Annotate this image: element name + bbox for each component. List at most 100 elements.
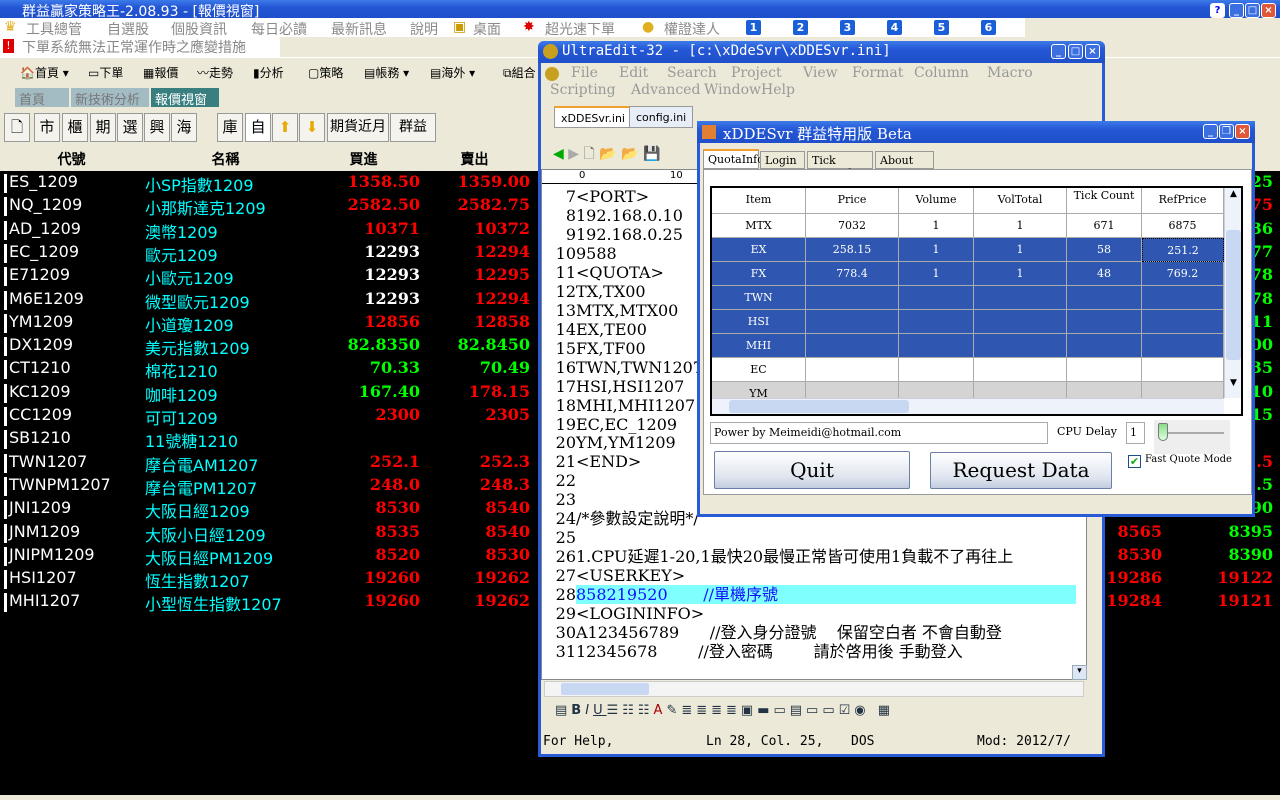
grid-row[interactable]: TWN <box>712 286 1224 310</box>
cpu-delay-slider[interactable] <box>1154 420 1230 454</box>
grid-vertical-scrollbar[interactable]: ▲ ▼ <box>1224 188 1241 398</box>
ue-menu-search[interactable]: Search <box>667 65 717 81</box>
tab-technical[interactable]: 新技術分析 <box>71 88 149 108</box>
scroll-thumb[interactable] <box>561 683 649 695</box>
horizontal-scrollbar[interactable] <box>544 681 1084 697</box>
tab-about-me[interactable]: About Me <box>875 151 934 180</box>
market-otc-button[interactable]: 櫃 <box>62 113 88 142</box>
toolbar-quote[interactable]: ▦報價 <box>143 64 178 81</box>
grid-row[interactable]: EC <box>712 358 1224 382</box>
help-button[interactable]: ? <box>1210 3 1225 18</box>
futures-near-month-button[interactable]: 期貨近月 <box>327 113 389 142</box>
tab-tick-record[interactable]: Tick Record <box>807 151 873 180</box>
grid-horizontal-scrollbar[interactable] <box>712 398 1224 414</box>
menu-watchlist[interactable]: 自選股 <box>107 19 149 39</box>
tab-xddesvr-ini[interactable]: xDDESvr.ini <box>554 106 632 128</box>
toolbar-trend[interactable]: 〰走勢 <box>197 64 233 81</box>
xd-close-button[interactable]: × <box>1235 124 1250 139</box>
maximize-button[interactable]: □ <box>1245 3 1260 18</box>
grid-row[interactable]: HSI <box>712 310 1224 334</box>
menu-daily[interactable]: 每日必讀 <box>251 19 307 39</box>
new-page-button[interactable]: 🗋 <box>4 113 30 142</box>
xd-restore-button[interactable]: ❐ <box>1219 124 1234 139</box>
header-name[interactable]: 名稱 <box>143 149 308 169</box>
ue-close-button[interactable]: × <box>1085 44 1100 59</box>
grid-hscroll-thumb[interactable] <box>729 400 909 413</box>
market-futures-button[interactable]: 期 <box>90 113 116 142</box>
layout-button-3[interactable]: 3 <box>840 20 855 35</box>
scroll-down-button[interactable]: ▾ <box>1072 665 1087 680</box>
minimize-button[interactable]: _ <box>1229 3 1244 18</box>
menu-desktop[interactable]: 桌面 <box>473 19 501 39</box>
ue-menu-macro[interactable]: Macro <box>987 65 1033 81</box>
menu-tools[interactable]: 工具總管 <box>26 19 82 39</box>
market-emerging-button[interactable]: 興 <box>144 113 170 142</box>
layout-button-4[interactable]: 4 <box>887 20 902 35</box>
ue-menu-scripting[interactable]: Scripting <box>550 82 616 98</box>
menu-news[interactable]: 最新訊息 <box>331 19 387 39</box>
tab-quote-window[interactable]: 報價視窗 <box>151 88 219 108</box>
col-voltotal[interactable]: VolTotal <box>974 188 1067 214</box>
toolbar-order[interactable]: ▭下單 <box>88 64 123 81</box>
editor-line[interactable]: 261.CPU延遲1-20,1最快20最慢正常皆可使用1負載不了再往上 <box>542 547 1088 566</box>
ue-menu-edit[interactable]: Edit <box>619 65 648 81</box>
tab-login[interactable]: Login <box>760 151 805 169</box>
close-button[interactable]: × <box>1261 3 1276 18</box>
ue-maximize-button[interactable]: □ <box>1068 44 1083 59</box>
menu-help[interactable]: 說明 <box>410 19 438 39</box>
tab-home[interactable]: 首頁 <box>15 88 69 108</box>
ue-menu-file[interactable]: File <box>571 65 598 81</box>
editor-line[interactable]: 27<USERKEY> <box>542 566 1088 585</box>
grid-row[interactable]: MTX 7032 1 1 671 6875 <box>712 214 1224 238</box>
scroll-up-icon[interactable]: ▲ <box>1226 189 1241 205</box>
ue-menu-view[interactable]: View <box>803 65 838 81</box>
ue-menu-help[interactable]: Help <box>761 82 795 98</box>
custom-button[interactable]: 自 <box>245 113 271 142</box>
header-bid[interactable]: 買進 <box>308 149 419 169</box>
editor-line[interactable]: 3112345678 //登入密碼 請於啓用後 手動登入 <box>542 642 1088 661</box>
capital-button[interactable]: 群益 <box>390 113 436 142</box>
col-volume[interactable]: Volume <box>899 188 974 214</box>
cpu-delay-input[interactable]: 1 <box>1126 422 1145 444</box>
layout-button-5[interactable]: 5 <box>934 20 949 35</box>
header-code[interactable]: 代號 <box>0 149 143 169</box>
xd-minimize-button[interactable]: _ <box>1203 124 1218 139</box>
toolbar-overseas[interactable]: ▤海外 ▾ <box>430 64 475 81</box>
toolbar-account[interactable]: ▤帳務 ▾ <box>364 64 409 81</box>
header-ask[interactable]: 賣出 <box>419 149 530 169</box>
menu-warrant[interactable]: 權證達人 <box>664 19 720 39</box>
editor-line[interactable]: 30A123456789 //登入身分證號 保留空白者 不會自動登 <box>542 623 1088 642</box>
grid-scroll-thumb[interactable] <box>1226 230 1241 360</box>
market-overseas-button[interactable]: 海 <box>171 113 197 142</box>
col-item[interactable]: Item <box>712 188 806 214</box>
menu-stock-info[interactable]: 個股資訊 <box>171 19 227 39</box>
menu-fast-order[interactable]: 超光速下單 <box>545 19 615 39</box>
layout-button-2[interactable]: 2 <box>793 20 808 35</box>
back-icon[interactable]: ◀ ▶ 🗋 📂 📂 💾 <box>553 143 660 167</box>
scroll-down-icon[interactable]: ▼ <box>1226 378 1241 394</box>
quote-grid[interactable]: Item Price Volume VolTotal Tick Count Re… <box>710 186 1243 416</box>
arrow-up-icon[interactable]: ⬆ <box>272 113 298 142</box>
layout-button-6[interactable]: 6 <box>981 20 996 35</box>
toolbar-home[interactable]: 🏠首頁 ▾ <box>20 64 69 81</box>
arrow-down-icon[interactable]: ⬇ <box>299 113 325 142</box>
col-tick-count[interactable]: Tick Count <box>1067 188 1142 214</box>
ue-minimize-button[interactable]: _ <box>1051 44 1066 59</box>
layout-button-1[interactable]: 1 <box>746 20 761 35</box>
power-by-field[interactable]: Power by Meimeidi@hotmail.com <box>710 422 1048 444</box>
tab-config-ini[interactable]: config.ini <box>629 106 694 128</box>
editor-line[interactable]: 28858219520 //單機序號 <box>542 585 1088 605</box>
notice-link[interactable]: 下單系統無法正常運作時之應變措施 <box>0 37 280 57</box>
tab-quotainfo[interactable]: QuotaInfo <box>703 149 764 169</box>
grid-row[interactable]: MHI <box>712 334 1224 358</box>
ue-menu-column[interactable]: Column <box>914 65 969 81</box>
grid-row[interactable]: FX 778.4 1 1 48 769.2 <box>712 262 1224 286</box>
request-data-button[interactable]: Request Data <box>930 452 1112 489</box>
grid-row[interactable]: EX 258.15 1 1 58 251.2 <box>712 238 1224 262</box>
editor-line[interactable]: 25 <box>542 528 1088 547</box>
inventory-button[interactable]: 庫 <box>217 113 243 142</box>
col-price[interactable]: Price <box>806 188 899 214</box>
format-toolbar[interactable]: ▤BIU☰☷☷A✎≣≣≣≣▣▬▭▤▭▭☑◉ ▦ <box>555 703 894 718</box>
market-listed-button[interactable]: 市 <box>34 113 60 142</box>
ue-menu-format[interactable]: Format <box>852 65 903 81</box>
